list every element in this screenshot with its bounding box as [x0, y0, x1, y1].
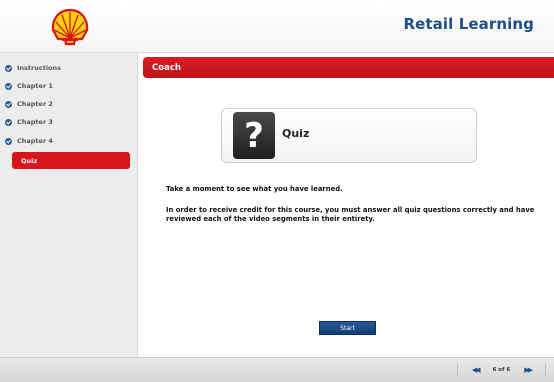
page-indicator: 6 of 6 [492, 367, 511, 373]
next-page-icon[interactable]: ▶▶ [524, 366, 533, 374]
footer-bar: ◀◀ 6 of 6 ▶▶ [0, 357, 554, 382]
check-icon [5, 100, 12, 108]
sidebar-item-chapter-3[interactable]: Chapter 3 [5, 114, 135, 130]
intro-text: Take a moment to see what you have learn… [166, 185, 343, 193]
credit-requirement-text: In order to receive credit for this cour… [166, 206, 535, 223]
sidebar-item-chapter-1[interactable]: Chapter 1 [5, 78, 135, 94]
check-icon [5, 82, 12, 90]
shell-logo [51, 8, 89, 46]
sidebar: Instructions Chapter 1 Chapter 2 Chapter… [0, 53, 138, 357]
pager: ◀◀ 6 of 6 ▶▶ [456, 364, 546, 376]
quiz-card: ? Quiz [221, 108, 477, 163]
section-title: Coach [152, 62, 181, 73]
start-button[interactable]: Start [319, 321, 376, 335]
divider [545, 364, 546, 376]
check-icon [5, 64, 12, 72]
previous-page-icon[interactable]: ◀◀ [472, 366, 481, 374]
app-title: Retail Learning [403, 15, 534, 33]
quiz-card-label: Quiz [282, 127, 310, 140]
check-icon [5, 137, 12, 145]
check-icon [5, 118, 12, 126]
sidebar-item-chapter-2[interactable]: Chapter 2 [5, 96, 135, 112]
sidebar-item-label: Chapter 4 [17, 137, 53, 145]
sidebar-item-label: Instructions [17, 64, 62, 72]
sidebar-item-label: Chapter 3 [17, 118, 53, 126]
sidebar-item-label: Chapter 2 [17, 100, 53, 108]
header-bar: Retail Learning [0, 0, 554, 53]
sidebar-item-quiz[interactable]: Quiz [12, 152, 130, 169]
question-mark-icon: ? [233, 112, 275, 159]
section-title-bar: Coach [143, 57, 554, 78]
sidebar-item-chapter-4[interactable]: Chapter 4 [5, 133, 135, 149]
divider [456, 364, 458, 376]
sidebar-item-label: Chapter 1 [17, 82, 53, 90]
sidebar-item-instructions[interactable]: Instructions [5, 60, 135, 76]
sidebar-item-label: Quiz [21, 156, 38, 165]
